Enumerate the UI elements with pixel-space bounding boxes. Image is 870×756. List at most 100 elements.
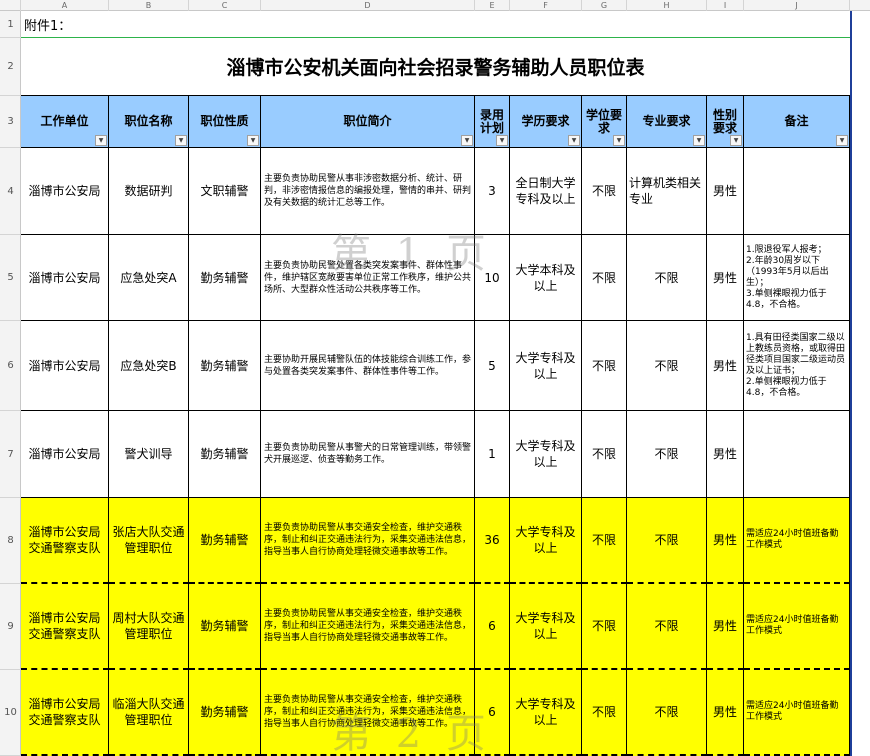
cell-unit[interactable]: 淄博市公安局交通警察支队 (21, 498, 109, 584)
select-all-corner[interactable] (0, 0, 21, 11)
row-header-3[interactable]: 3 (0, 96, 21, 148)
cell-nature[interactable]: 勤务辅警 (189, 498, 261, 584)
header-major[interactable]: 专业要求 ▼ (627, 96, 707, 148)
cell-intro[interactable]: 主要负责协助民警从事交通安全检查，维护交通秩序，制止和纠正交通违法行为，采集交通… (261, 498, 475, 584)
cell-major[interactable]: 不限 (627, 235, 707, 321)
cell-major[interactable]: 不限 (627, 498, 707, 584)
row-header-1[interactable]: 1 (0, 11, 21, 38)
row-header-8[interactable]: 8 (0, 498, 21, 584)
row-header-2[interactable]: 2 (0, 38, 21, 96)
cell-intro[interactable]: 主要协助开展民辅警队伍的体技能综合训练工作，参与处置各类突发案事件、群体性事件等… (261, 321, 475, 411)
cell-position[interactable]: 应急处突A (109, 235, 189, 321)
cell-education[interactable]: 大学专科及以上 (510, 321, 582, 411)
cell-intro[interactable]: 主要负责协助民警从事交通安全检查，维护交通秩序，制止和纠正交通违法行为，采集交通… (261, 584, 475, 670)
cell-unit[interactable]: 淄博市公安局交通警察支队 (21, 670, 109, 756)
column-header-h[interactable]: H (627, 0, 707, 11)
row-header-5[interactable]: 5 (0, 235, 21, 321)
column-header-d[interactable]: D (261, 0, 475, 11)
cell-unit[interactable]: 淄博市公安局 (21, 411, 109, 498)
header-degree[interactable]: 学位要求 ▼ (582, 96, 627, 148)
header-nature[interactable]: 职位性质 ▼ (189, 96, 261, 148)
filter-dropdown-icon[interactable]: ▼ (568, 135, 580, 146)
row-header-9[interactable]: 9 (0, 584, 21, 670)
attachment-label[interactable]: 附件1： (21, 11, 850, 38)
header-intro[interactable]: 职位简介 ▼ (261, 96, 475, 148)
cell-unit[interactable]: 淄博市公安局 (21, 321, 109, 411)
cell-nature[interactable]: 勤务辅警 (189, 411, 261, 498)
cell-major[interactable]: 计算机类相关专业 (627, 148, 707, 235)
cell-gender[interactable]: 男性 (707, 584, 744, 670)
filter-dropdown-icon[interactable]: ▼ (95, 135, 107, 146)
cell-gender[interactable]: 男性 (707, 321, 744, 411)
filter-dropdown-icon[interactable]: ▼ (496, 135, 508, 146)
header-remarks[interactable]: 备注 ▼ (744, 96, 850, 148)
cell-gender[interactable]: 男性 (707, 411, 744, 498)
cell-education[interactable]: 大学专科及以上 (510, 670, 582, 756)
column-header-i[interactable]: I (707, 0, 744, 11)
cell-remarks[interactable]: 需适应24小时值班备勤工作模式 (744, 670, 850, 756)
cell-education[interactable]: 大学本科及以上 (510, 235, 582, 321)
cell-nature[interactable]: 勤务辅警 (189, 321, 261, 411)
cell-degree[interactable]: 不限 (582, 235, 627, 321)
cell-remarks[interactable] (744, 411, 850, 498)
filter-dropdown-icon[interactable]: ▼ (175, 135, 187, 146)
cell-degree[interactable]: 不限 (582, 498, 627, 584)
cell-plan[interactable]: 1 (475, 411, 510, 498)
cell-intro[interactable]: 主要负责协助民警处置各类突发案事件、群体性事件，维护辖区宽敞要害单位正常工作秩序… (261, 235, 475, 321)
cell-position[interactable]: 临淄大队交通管理职位 (109, 670, 189, 756)
cell-education[interactable]: 全日制大学专科及以上 (510, 148, 582, 235)
header-unit[interactable]: 工作单位 ▼ (21, 96, 109, 148)
cell-major[interactable]: 不限 (627, 321, 707, 411)
header-gender[interactable]: 性别要求 ▼ (707, 96, 744, 148)
cell-unit[interactable]: 淄博市公安局 (21, 235, 109, 321)
cell-intro[interactable]: 主要负责协助民警从事交通安全检查，维护交通秩序，制止和纠正交通违法行为，采集交通… (261, 670, 475, 756)
filter-dropdown-icon[interactable]: ▼ (730, 135, 742, 146)
column-header-c[interactable]: C (189, 0, 261, 11)
cell-plan[interactable]: 36 (475, 498, 510, 584)
header-position[interactable]: 职位名称 ▼ (109, 96, 189, 148)
cell-remarks[interactable]: 1.限退役军人报考； 2.年龄30周岁以下（1993年5月以后出生）； 3.单侧… (744, 235, 850, 321)
cell-major[interactable]: 不限 (627, 584, 707, 670)
cell-major[interactable]: 不限 (627, 411, 707, 498)
column-header-a[interactable]: A (21, 0, 109, 11)
cell-position[interactable]: 数据研判 (109, 148, 189, 235)
cell-plan[interactable]: 6 (475, 584, 510, 670)
cell-nature[interactable]: 勤务辅警 (189, 584, 261, 670)
cell-position[interactable]: 警犬训导 (109, 411, 189, 498)
row-header-10[interactable]: 10 (0, 670, 21, 756)
filter-dropdown-icon[interactable]: ▼ (693, 135, 705, 146)
column-header-g[interactable]: G (582, 0, 627, 11)
cell-remarks[interactable]: 需适应24小时值班备勤工作模式 (744, 584, 850, 670)
cell-gender[interactable]: 男性 (707, 498, 744, 584)
row-header-6[interactable]: 6 (0, 321, 21, 411)
row-header-7[interactable]: 7 (0, 411, 21, 498)
cell-nature[interactable]: 勤务辅警 (189, 235, 261, 321)
cell-plan[interactable]: 5 (475, 321, 510, 411)
cell-position[interactable]: 张店大队交通管理职位 (109, 498, 189, 584)
cell-unit[interactable]: 淄博市公安局交通警察支队 (21, 584, 109, 670)
column-header-b[interactable]: B (109, 0, 189, 11)
column-header-f[interactable]: F (510, 0, 582, 11)
column-header-e[interactable]: E (475, 0, 510, 11)
filter-dropdown-icon[interactable]: ▼ (247, 135, 259, 146)
cell-unit[interactable]: 淄博市公安局 (21, 148, 109, 235)
cell-nature[interactable]: 文职辅警 (189, 148, 261, 235)
header-plan[interactable]: 录用计划 ▼ (475, 96, 510, 148)
cell-degree[interactable]: 不限 (582, 670, 627, 756)
cell-gender[interactable]: 男性 (707, 148, 744, 235)
cell-gender[interactable]: 男性 (707, 235, 744, 321)
cell-remarks[interactable]: 需适应24小时值班备勤工作模式 (744, 498, 850, 584)
cell-degree[interactable]: 不限 (582, 148, 627, 235)
cell-education[interactable]: 大学专科及以上 (510, 498, 582, 584)
cell-gender[interactable]: 男性 (707, 670, 744, 756)
cell-degree[interactable]: 不限 (582, 411, 627, 498)
filter-dropdown-icon[interactable]: ▼ (836, 135, 848, 146)
sheet-title[interactable]: 淄博市公安机关面向社会招录警务辅助人员职位表 (21, 38, 850, 96)
filter-dropdown-icon[interactable]: ▼ (461, 135, 473, 146)
cell-nature[interactable]: 勤务辅警 (189, 670, 261, 756)
cell-intro[interactable]: 主要负责协助民警从事非涉密数据分析、统计、研判，非涉密情报信息的编报处理，警情的… (261, 148, 475, 235)
cell-plan[interactable]: 10 (475, 235, 510, 321)
cell-major[interactable]: 不限 (627, 670, 707, 756)
filter-dropdown-icon[interactable]: ▼ (613, 135, 625, 146)
cell-position[interactable]: 周村大队交通管理职位 (109, 584, 189, 670)
